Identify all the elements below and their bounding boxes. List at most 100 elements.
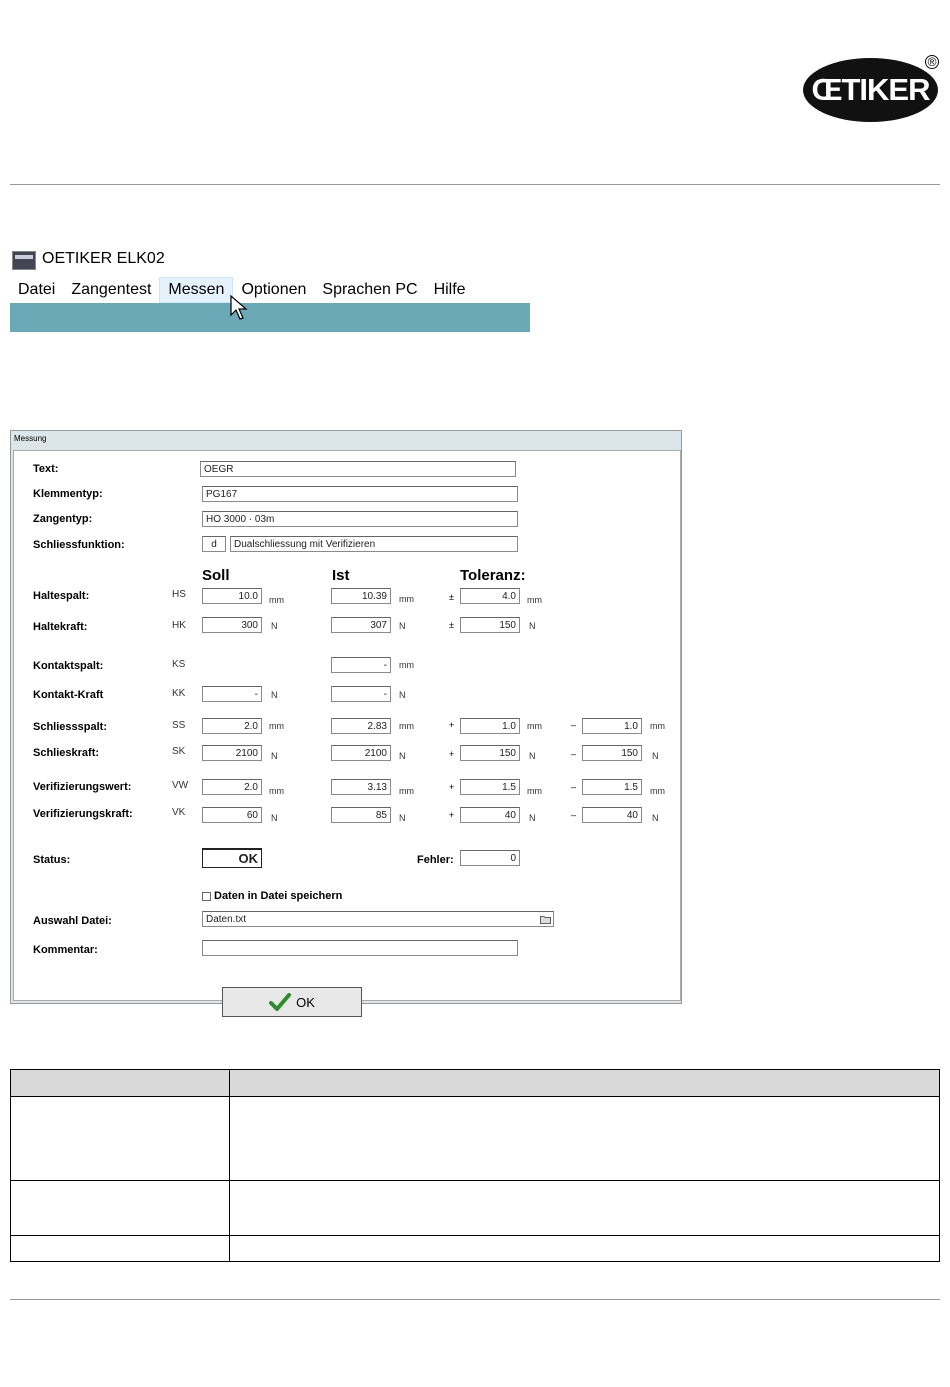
holding-gap-soll[interactable]: 10.0 — [202, 588, 262, 604]
verification-value-ist[interactable]: 3.13 — [331, 779, 391, 795]
closing-gap-soll[interactable]: 2.0 — [202, 718, 262, 734]
holding-force-tolerance[interactable]: 150 — [460, 617, 520, 633]
browse-folder-icon[interactable] — [538, 912, 552, 926]
holding-force-abbr: HK — [172, 620, 186, 631]
closing-force-tol-minus[interactable]: 150 — [582, 745, 642, 761]
closing-function-field[interactable]: Dualschliessung mit Verifizieren — [230, 536, 518, 552]
clamp-type-field[interactable]: PG167 — [202, 486, 518, 502]
file-select-label: Auswahl Datei: — [33, 915, 112, 927]
text-label: Text: — [33, 463, 59, 475]
closing-gap-soll-unit: mm — [269, 721, 284, 731]
contact-gap-ist[interactable]: - — [331, 657, 391, 673]
holding-gap-ist-unit: mm — [399, 594, 414, 604]
closing-force-soll-unit: N — [271, 751, 278, 761]
verification-force-ist[interactable]: 85 — [331, 807, 391, 823]
closing-force-ist[interactable]: 2100 — [331, 745, 391, 761]
holding-force-tol-unit: N — [529, 621, 536, 631]
closing-force-label: Schlieskraft: — [33, 747, 100, 759]
verification-value-ist-unit: mm — [399, 786, 414, 796]
closing-function-label: Schliessfunktion: — [33, 539, 125, 551]
closing-force-ist-unit: N — [399, 751, 406, 761]
table-header-cell — [229, 1069, 940, 1097]
closing-gap-ist[interactable]: 2.83 — [331, 718, 391, 734]
holding-gap-tol-unit: mm — [527, 595, 542, 605]
closing-gap-plus-sign: + — [449, 720, 455, 730]
file-select-field[interactable]: Daten.txt — [202, 911, 554, 927]
closing-gap-tol-plus[interactable]: 1.0 — [460, 718, 520, 734]
verification-force-soll[interactable]: 60 — [202, 807, 262, 823]
contact-force-ist-unit: N — [399, 690, 406, 700]
verification-value-label: Verifizierungswert: — [33, 781, 132, 793]
tolerance-header: Toleranz: — [460, 567, 526, 584]
verification-value-plus-sign: + — [449, 782, 455, 792]
verification-value-minus-sign: – — [571, 782, 577, 792]
app-icon — [12, 251, 36, 270]
verification-force-tol-minus-unit: N — [652, 813, 659, 823]
clamp-type-label: Klemmentyp: — [33, 488, 103, 500]
closing-force-tol-plus[interactable]: 150 — [460, 745, 520, 761]
verification-value-tol-plus[interactable]: 1.5 — [460, 779, 520, 795]
verification-force-ist-unit: N — [399, 813, 406, 823]
holding-force-label: Haltekraft: — [33, 621, 88, 633]
menu-sprachen-pc[interactable]: Sprachen PC — [314, 278, 425, 302]
table-cell — [229, 1235, 940, 1262]
tool-type-label: Zangentyp: — [33, 513, 93, 525]
verification-value-tol-plus-unit: mm — [527, 786, 542, 796]
closing-gap-tol-minus-unit: mm — [650, 721, 665, 731]
holding-force-soll[interactable]: 300 — [202, 617, 262, 633]
verification-force-tol-minus[interactable]: 40 — [582, 807, 642, 823]
menu-hilfe[interactable]: Hilfe — [426, 278, 474, 302]
app-title: OETIKER ELK02 — [42, 250, 165, 267]
table-cell — [229, 1180, 940, 1236]
toolbar-background — [10, 303, 530, 332]
holding-gap-ist[interactable]: 10.39 — [331, 588, 391, 604]
verification-value-soll[interactable]: 2.0 — [202, 779, 262, 795]
holding-force-soll-unit: N — [271, 621, 278, 631]
closing-force-soll[interactable]: 2100 — [202, 745, 262, 761]
menu-messen[interactable]: Messen — [159, 276, 234, 303]
table-cell — [10, 1180, 230, 1236]
table-cell — [10, 1096, 230, 1181]
registered-mark: ® — [925, 55, 939, 69]
tool-type-field[interactable]: HO 3000 · 03m — [202, 511, 518, 527]
table-header-row — [10, 1069, 940, 1097]
closing-gap-tol-minus[interactable]: 1.0 — [582, 718, 642, 734]
verification-force-tol-plus[interactable]: 40 — [460, 807, 520, 823]
contact-force-soll[interactable]: - — [202, 686, 262, 702]
error-label: Fehler: — [417, 854, 454, 866]
dialog-title: Messung — [14, 434, 47, 443]
menu-zangentest[interactable]: Zangentest — [63, 278, 159, 302]
contact-force-ist[interactable]: - — [331, 686, 391, 702]
verification-value-tol-minus[interactable]: 1.5 — [582, 779, 642, 795]
table-row — [10, 1180, 940, 1236]
contact-force-soll-unit: N — [271, 690, 278, 700]
ok-button-label: OK — [296, 994, 315, 1010]
soll-header: Soll — [202, 567, 230, 584]
text-field[interactable]: OEGR — [200, 461, 516, 477]
status-label: Status: — [33, 854, 71, 866]
contact-force-label: Kontakt-Kraft — [33, 689, 104, 701]
description-table — [10, 1069, 940, 1262]
closing-gap-label: Schliessspalt: — [33, 721, 107, 733]
error-count: 0 — [460, 850, 520, 866]
save-data-label: Daten in Datei speichern — [214, 890, 343, 902]
verification-force-abbr: VK — [172, 807, 186, 818]
closing-function-code[interactable]: d — [202, 536, 226, 552]
status-value: OK — [202, 848, 262, 868]
closing-gap-ist-unit: mm — [399, 721, 414, 731]
table-row — [10, 1235, 940, 1262]
save-data-checkbox[interactable] — [202, 892, 211, 901]
closing-force-tol-plus-unit: N — [529, 751, 536, 761]
holding-gap-tolerance[interactable]: 4.0 — [460, 588, 520, 604]
ist-header: Ist — [332, 567, 350, 584]
closing-force-abbr: SK — [172, 746, 186, 757]
contact-gap-label: Kontaktspalt: — [33, 660, 104, 672]
menu-datei[interactable]: Datei — [10, 278, 63, 302]
holding-gap-soll-unit: mm — [269, 595, 284, 605]
footer-divider — [10, 1299, 940, 1300]
holding-force-ist[interactable]: 307 — [331, 617, 391, 633]
closing-gap-minus-sign: – — [571, 720, 577, 730]
ok-button[interactable]: OK — [222, 987, 362, 1017]
contact-gap-abbr: KS — [172, 659, 186, 670]
comment-field[interactable] — [202, 940, 518, 956]
